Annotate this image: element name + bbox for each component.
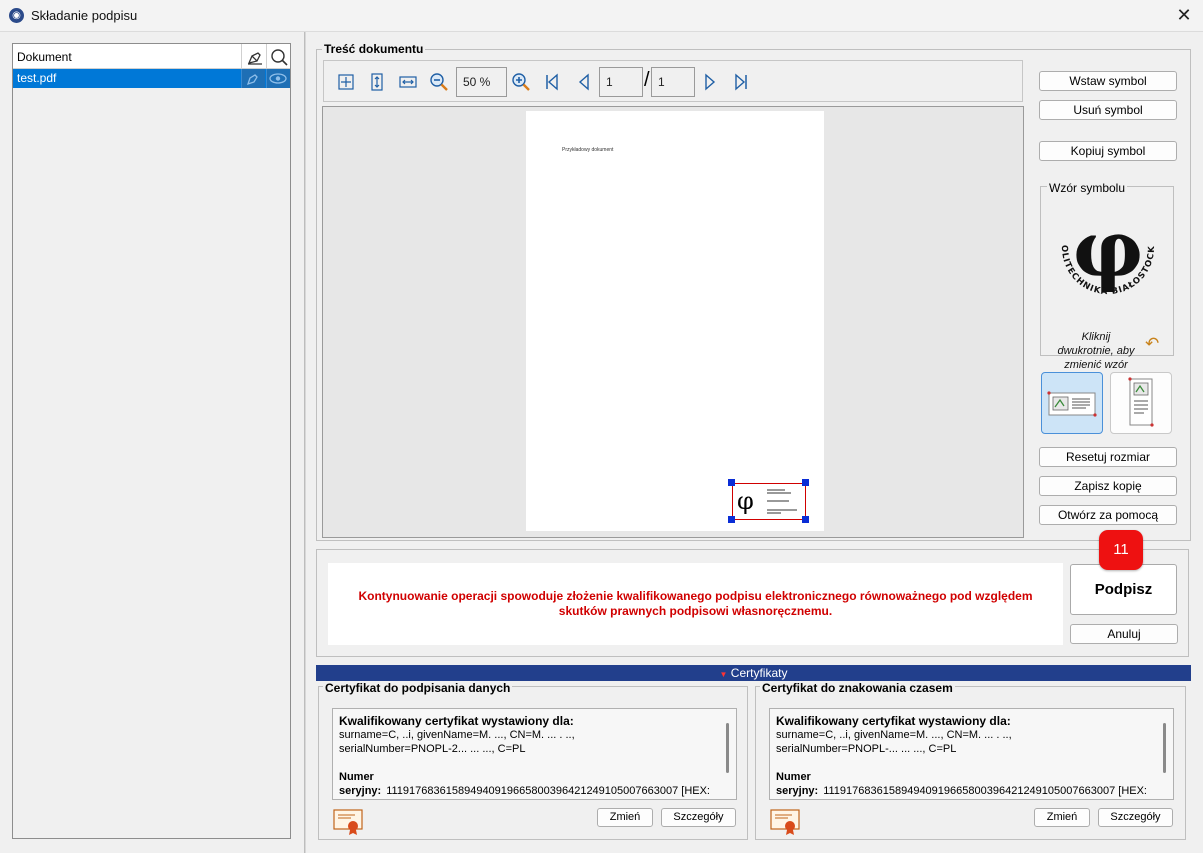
resize-handle[interactable] bbox=[802, 479, 809, 486]
current-page-input[interactable]: 1 bbox=[599, 67, 643, 97]
search-icon[interactable] bbox=[269, 47, 289, 67]
cancel-button[interactable]: Anuluj bbox=[1070, 624, 1178, 644]
certificate-subject-line: surname=C, ..i, givenName=M. ..., CN=M. … bbox=[339, 729, 575, 741]
insert-symbol-button[interactable]: Wstaw symbol bbox=[1039, 71, 1177, 91]
certificate-serial-number-line: serialNumber=PNOPL-2... ... ..., C=PL bbox=[339, 743, 526, 755]
total-pages-field: 1 bbox=[651, 67, 695, 97]
resize-handle[interactable] bbox=[802, 516, 809, 523]
timestamp-certificate-details-button[interactable]: Szczegóły bbox=[1098, 808, 1173, 827]
sign-button[interactable]: Podpisz bbox=[1070, 564, 1177, 615]
certificates-toggle-bar[interactable]: ▼ Certyfikaty bbox=[316, 665, 1191, 681]
remove-symbol-button[interactable]: Usuń symbol bbox=[1039, 100, 1177, 120]
layout-vertical-button[interactable] bbox=[1110, 372, 1172, 434]
app-shield-icon: ◉ bbox=[9, 8, 24, 23]
change-timestamp-certificate-button[interactable]: Zmień bbox=[1034, 808, 1090, 827]
certificate-heading: Kwalifikowany certyfikat wystawiony dla: bbox=[339, 714, 574, 728]
resize-handle[interactable] bbox=[728, 516, 735, 523]
certificates-bar-label: Certyfikaty bbox=[730, 666, 788, 680]
eye-icon[interactable] bbox=[266, 69, 290, 88]
certificate-text: Kwalifikowany certyfikat wystawiony dla:… bbox=[339, 714, 710, 798]
fit-height-icon[interactable] bbox=[367, 72, 387, 92]
sign-pen-icon[interactable] bbox=[241, 69, 265, 88]
last-page-icon[interactable] bbox=[731, 72, 751, 92]
header-separator bbox=[241, 44, 242, 69]
step-badge: 11 bbox=[1099, 530, 1143, 570]
zoom-input[interactable]: 50 % bbox=[456, 67, 507, 97]
open-with-button[interactable]: Otwórz za pomocą bbox=[1039, 505, 1177, 525]
certificate-subject-line: surname=C, ..i, givenName=M. ..., CN=M. … bbox=[776, 729, 1012, 741]
collapse-arrow-icon: ▼ bbox=[719, 670, 728, 679]
certificate-heading: Kwalifikowany certyfikat wystawiony dla: bbox=[776, 714, 1011, 728]
signing-certificate-details-button[interactable]: Szczegóły bbox=[661, 808, 736, 827]
document-column-header: Dokument bbox=[17, 50, 72, 64]
page-separator: / bbox=[644, 69, 650, 91]
signing-certificate-title: Certyfikat do podpisania danych bbox=[323, 681, 513, 695]
next-page-icon[interactable] bbox=[700, 72, 720, 92]
document-list: Dokument test.pdf bbox=[12, 43, 291, 839]
save-copy-button[interactable]: Zapisz kopię bbox=[1039, 476, 1177, 496]
document-name: test.pdf bbox=[17, 71, 57, 85]
resize-handle[interactable] bbox=[728, 479, 735, 486]
signature-placement-box[interactable]: φ bbox=[732, 483, 806, 520]
university-seal-image[interactable]: φ POLITECHNIKA BIAŁOSTOCKA bbox=[1048, 204, 1164, 314]
serial-label: Numer seryjny: bbox=[776, 771, 819, 797]
sign-pen-icon[interactable] bbox=[245, 47, 265, 67]
prev-page-icon[interactable] bbox=[574, 72, 594, 92]
serial-value: 1119176836158949409196658003964212491050… bbox=[823, 785, 1147, 797]
change-signing-certificate-button[interactable]: Zmień bbox=[597, 808, 653, 827]
scrollbar[interactable] bbox=[1163, 723, 1166, 773]
certificate-serial-number-line: serialNumber=PNOPL-... ... ..., C=PL bbox=[776, 743, 957, 755]
certificate-icon[interactable] bbox=[333, 808, 363, 836]
serial-label: Numer seryjny: bbox=[339, 771, 382, 797]
document-row[interactable]: test.pdf bbox=[13, 69, 290, 88]
document-page: Przykładowy dokument φ bbox=[526, 111, 824, 531]
certificate-icon[interactable] bbox=[770, 808, 800, 836]
serial-value: 1119176836158949409196658003964212491050… bbox=[386, 785, 710, 797]
first-page-icon[interactable] bbox=[542, 72, 562, 92]
certificate-text: Kwalifikowany certyfikat wystawiony dla:… bbox=[776, 714, 1147, 798]
header-separator bbox=[266, 44, 267, 69]
scrollbar[interactable] bbox=[726, 723, 729, 773]
document-content-title: Treść dokumentu bbox=[322, 42, 426, 56]
reset-size-button[interactable]: Resetuj rozmiar bbox=[1039, 447, 1177, 467]
fit-width-icon[interactable] bbox=[398, 72, 418, 92]
fit-page-icon[interactable] bbox=[336, 72, 356, 92]
timestamp-certificate-details[interactable]: Kwalifikowany certyfikat wystawiony dla:… bbox=[769, 708, 1174, 800]
close-button[interactable]: ✕ bbox=[1165, 0, 1203, 32]
symbol-hint-text: Kliknij dwukrotnie, aby zmienić wzór bbox=[1057, 331, 1135, 371]
zoom-in-icon[interactable] bbox=[511, 72, 531, 92]
layout-horizontal-button[interactable] bbox=[1041, 372, 1103, 434]
copy-symbol-button[interactable]: Kopiuj symbol bbox=[1039, 141, 1177, 161]
panel-splitter[interactable] bbox=[304, 32, 306, 853]
signature-text-lines bbox=[767, 489, 797, 514]
symbol-template-title: Wzór symbolu bbox=[1047, 181, 1128, 195]
legal-warning-box: Kontynuowanie operacji spowoduje złożeni… bbox=[328, 563, 1063, 645]
document-list-header: Dokument bbox=[13, 44, 290, 69]
window-title: Składanie podpisu bbox=[31, 8, 138, 23]
signing-certificate-details[interactable]: Kwalifikowany certyfikat wystawiony dla:… bbox=[332, 708, 737, 800]
zoom-out-icon[interactable] bbox=[429, 72, 449, 92]
viewer-toolbar: 50 % 1 / 1 bbox=[323, 60, 1023, 102]
signature-seal-glyph: φ bbox=[737, 487, 754, 515]
page-content-text: Przykładowy dokument bbox=[562, 147, 614, 153]
legal-warning-text: Kontynuowanie operacji spowoduje złożeni… bbox=[358, 589, 1033, 618]
title-bar: ◉ Składanie podpisu ✕ bbox=[0, 0, 1203, 32]
restore-default-icon[interactable]: ↶ bbox=[1145, 334, 1159, 354]
timestamp-certificate-title: Certyfikat do znakowania czasem bbox=[760, 681, 955, 695]
document-viewer[interactable]: Przykładowy dokument φ bbox=[322, 106, 1024, 538]
